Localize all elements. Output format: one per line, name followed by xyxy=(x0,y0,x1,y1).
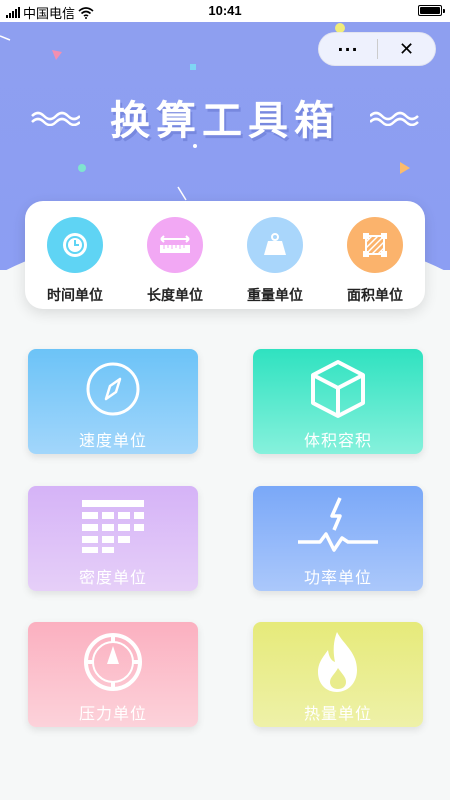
close-button[interactable]: ✕ xyxy=(378,33,435,65)
tile-label: 热量单位 xyxy=(303,704,372,723)
more-button[interactable]: ··· xyxy=(319,33,377,65)
miniprogram-capsule: ··· ✕ xyxy=(318,32,436,66)
status-bar: 中国电信 10:41 xyxy=(0,0,450,22)
clock-icon xyxy=(47,217,103,273)
weight-icon xyxy=(247,217,303,273)
tile-label: 体积容积 xyxy=(303,431,372,450)
quick-item-length[interactable]: 长度单位 xyxy=(130,217,220,305)
flame-icon xyxy=(313,630,363,694)
tile-label: 功率单位 xyxy=(303,568,372,587)
quick-item-label: 面积单位 xyxy=(347,288,403,304)
quick-item-label: 时间单位 xyxy=(47,288,103,304)
tile-label: 压力单位 xyxy=(78,704,147,723)
quick-item-label: 重量单位 xyxy=(247,288,303,304)
battery-icon xyxy=(418,5,445,16)
tile-label: 密度单位 xyxy=(78,568,147,587)
tile-heat[interactable]: 热量单位 xyxy=(253,622,423,727)
wave-right-icon xyxy=(370,111,419,126)
ruler-icon xyxy=(147,217,203,273)
tile-pressure[interactable]: 压力单位 xyxy=(28,622,198,727)
lightning-icon xyxy=(296,494,380,558)
tile-density[interactable]: 密度单位 xyxy=(28,486,198,591)
tile-volume[interactable]: 体积容积 xyxy=(253,349,423,454)
quick-item-weight[interactable]: 重量单位 xyxy=(230,217,320,305)
cube-icon xyxy=(306,357,370,421)
area-icon xyxy=(347,217,403,273)
quick-menu-card: 时间单位 长度单位 重量单位 面积单位 xyxy=(25,201,425,309)
grid-icon xyxy=(80,494,146,558)
status-time: 10:41 xyxy=(208,3,242,18)
compass-icon xyxy=(83,357,143,421)
tile-label: 速度单位 xyxy=(78,431,147,450)
gauge-icon xyxy=(81,630,145,694)
quick-item-time[interactable]: 时间单位 xyxy=(30,217,120,305)
tile-power[interactable]: 功率单位 xyxy=(253,486,423,591)
tile-speed[interactable]: 速度单位 xyxy=(28,349,198,454)
quick-item-area[interactable]: 面积单位 xyxy=(330,217,420,305)
quick-item-label: 长度单位 xyxy=(147,288,203,304)
